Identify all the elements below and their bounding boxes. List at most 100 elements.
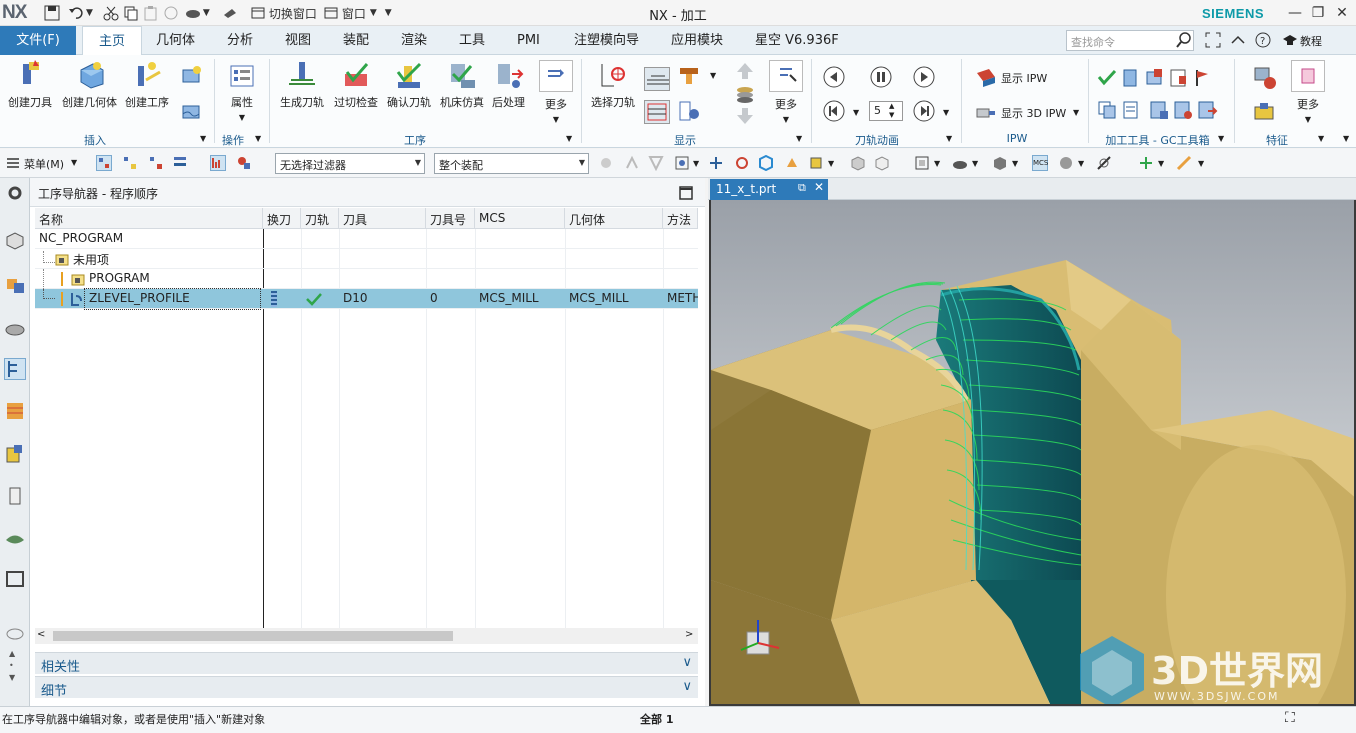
generate-toolpath-button[interactable]: 生成刀轨 [280, 60, 324, 110]
operations-more-button[interactable]: 更多 ▼ [537, 60, 575, 124]
operation-navigator-icon[interactable] [4, 358, 26, 380]
orient-view-dropdown-icon[interactable]: ▼ [1078, 159, 1084, 168]
history-icon[interactable] [4, 485, 26, 507]
move-down-icon[interactable] [734, 105, 756, 127]
table-row[interactable]: NC_PROGRAM [35, 229, 698, 249]
menu-dropdown-icon[interactable]: ▼ [71, 158, 77, 167]
wire-cube-icon[interactable] [874, 155, 890, 171]
operations-group-dropdown-icon[interactable]: ▼ [566, 134, 572, 143]
tutorial-icon[interactable] [1282, 32, 1298, 51]
tab-applications[interactable]: 应用模块 [671, 26, 723, 55]
table-row[interactable]: 未用项 [35, 249, 698, 269]
rewind-dropdown-icon[interactable]: ▼ [853, 108, 859, 117]
tab-geometry[interactable]: 几何体 [156, 26, 195, 55]
tab-assembly[interactable]: 装配 [343, 26, 369, 55]
tutorial-label[interactable]: 教程 [1300, 33, 1322, 49]
verify-toolpath-button[interactable]: 确认刀轨 [387, 60, 431, 110]
search-icon[interactable] [1176, 32, 1192, 51]
snap-hex-icon[interactable] [758, 154, 774, 172]
graphics-viewport[interactable]: 3D世界网 WWW.3DSJW.COM [709, 200, 1356, 706]
column-header-method[interactable]: 方法 [663, 208, 698, 229]
select-toolpath-button[interactable]: 选择刀轨 [591, 60, 635, 110]
gc-rename-icon[interactable] [1144, 67, 1166, 89]
menu-button[interactable]: 菜单(M) [24, 156, 64, 172]
feature-group-icon[interactable] [1252, 99, 1278, 125]
properties-button[interactable]: 属性 ▼ [227, 60, 257, 122]
machine-simulate-button[interactable]: 机床仿真 [440, 60, 484, 110]
tool-display-icon[interactable] [678, 65, 700, 87]
geometry-view-icon[interactable] [148, 155, 164, 171]
snap-center-icon[interactable] [808, 155, 824, 171]
gc-tool-list-icon[interactable] [1172, 99, 1194, 121]
features-more-dropdown-icon[interactable]: ▼ [1305, 115, 1311, 124]
scroll-right-icon[interactable]: > [685, 629, 693, 640]
snap-toggle-icon[interactable] [1176, 155, 1192, 171]
tool-display-dropdown-icon[interactable]: ▼ [710, 71, 716, 80]
gc-group-dropdown-icon[interactable]: ▼ [1218, 134, 1224, 143]
machine-tool-view-icon[interactable] [122, 155, 138, 171]
step-back-icon[interactable] [822, 65, 846, 89]
table-row-selected[interactable]: ZLEVEL_PROFILE D10 0 MCS_MILL MCS_MILL M… [35, 288, 698, 310]
tab-tools[interactable]: 工具 [459, 26, 485, 55]
wcs-dropdown-icon[interactable]: ▼ [1158, 159, 1164, 168]
gc-sheet-icon[interactable] [1168, 67, 1190, 89]
column-header-tool-change[interactable]: 换刀 [263, 208, 301, 229]
method-view-icon[interactable] [172, 155, 188, 171]
ribbon-options-dropdown-icon[interactable]: ▼ [1343, 134, 1349, 143]
fit-view-dropdown-icon[interactable]: ▼ [934, 159, 940, 168]
show-3d-ipw-icon[interactable] [975, 101, 997, 123]
tab-pmi[interactable]: PMI [517, 26, 540, 55]
properties-dropdown-icon[interactable]: ▼ [239, 113, 245, 122]
chevron-down-icon[interactable]: ∨ [682, 655, 692, 670]
selection-filter-dropdown[interactable]: 无选择过滤器 [275, 153, 425, 174]
column-header-name[interactable]: 名称 [35, 208, 263, 229]
column-header-mcs[interactable]: MCS [475, 208, 565, 229]
tab-xingkong[interactable]: 星空 V6.936F [755, 26, 839, 55]
display-more-button[interactable]: 更多 ▼ [767, 60, 805, 124]
graph-view-icon[interactable] [210, 155, 226, 171]
scrollbar-thumb[interactable] [53, 631, 453, 641]
visual-icon[interactable] [4, 528, 26, 550]
toolpath-display-icon[interactable] [644, 67, 670, 91]
menu-icon[interactable] [6, 156, 20, 173]
column-header-geometry[interactable]: 几何体 [565, 208, 663, 229]
close-tab-icon[interactable]: ✕ [814, 180, 824, 194]
show-3d-ipw-label[interactable]: 显示 3D IPW [1001, 105, 1066, 121]
constraint-navigator-icon[interactable] [4, 316, 26, 338]
fit-view-icon[interactable] [914, 155, 930, 171]
gc-export-icon[interactable] [1196, 99, 1218, 121]
operations-more-dropdown-icon[interactable]: ▼ [553, 115, 559, 124]
program-order-view-icon[interactable] [96, 155, 112, 171]
fast-forward-dropdown-icon[interactable]: ▼ [943, 108, 949, 117]
gc-doc-icon[interactable] [1120, 99, 1142, 121]
features-group-dropdown-icon[interactable]: ▼ [1318, 134, 1324, 143]
part-model-scene[interactable] [711, 200, 1356, 706]
move-up-icon[interactable] [734, 60, 756, 82]
orient-view-icon[interactable] [1058, 155, 1074, 171]
type-filter-icon[interactable] [674, 155, 690, 171]
actions-group-dropdown-icon[interactable]: ▼ [255, 134, 261, 143]
tab-file[interactable]: 文件(F) [0, 26, 76, 55]
minimize-button[interactable]: — [1285, 3, 1305, 23]
fullscreen-icon[interactable] [1205, 32, 1221, 51]
solid-cube-icon[interactable] [992, 155, 1008, 171]
gc-flag-icon[interactable] [1192, 67, 1214, 89]
tab-home[interactable]: 主页 [82, 26, 142, 55]
filter-view-icon[interactable] [236, 155, 252, 171]
maximize-panel-icon[interactable] [679, 186, 693, 203]
postprocess-button[interactable]: 后处理 [492, 60, 525, 110]
rewind-icon[interactable] [822, 99, 846, 123]
fast-forward-icon[interactable] [912, 99, 936, 123]
type-filter-dropdown-icon[interactable]: ▼ [693, 159, 699, 168]
step-forward-icon[interactable] [912, 65, 936, 89]
tab-mold-wizard[interactable]: 注塑模向导 [574, 26, 639, 55]
roles-icon[interactable] [4, 568, 26, 590]
ipw-dropdown-icon[interactable]: ▼ [1073, 108, 1079, 117]
features-more-button[interactable]: 更多 ▼ [1289, 60, 1327, 124]
close-button[interactable]: ✕ [1332, 3, 1352, 23]
animation-group-dropdown-icon[interactable]: ▼ [946, 134, 952, 143]
assembly-navigator-icon[interactable] [4, 273, 26, 295]
snap-toggle-dropdown-icon[interactable]: ▼ [1198, 159, 1204, 168]
insert-group-dropdown-icon[interactable]: ▼ [200, 134, 206, 143]
gc-copy-icon[interactable] [1096, 99, 1118, 121]
